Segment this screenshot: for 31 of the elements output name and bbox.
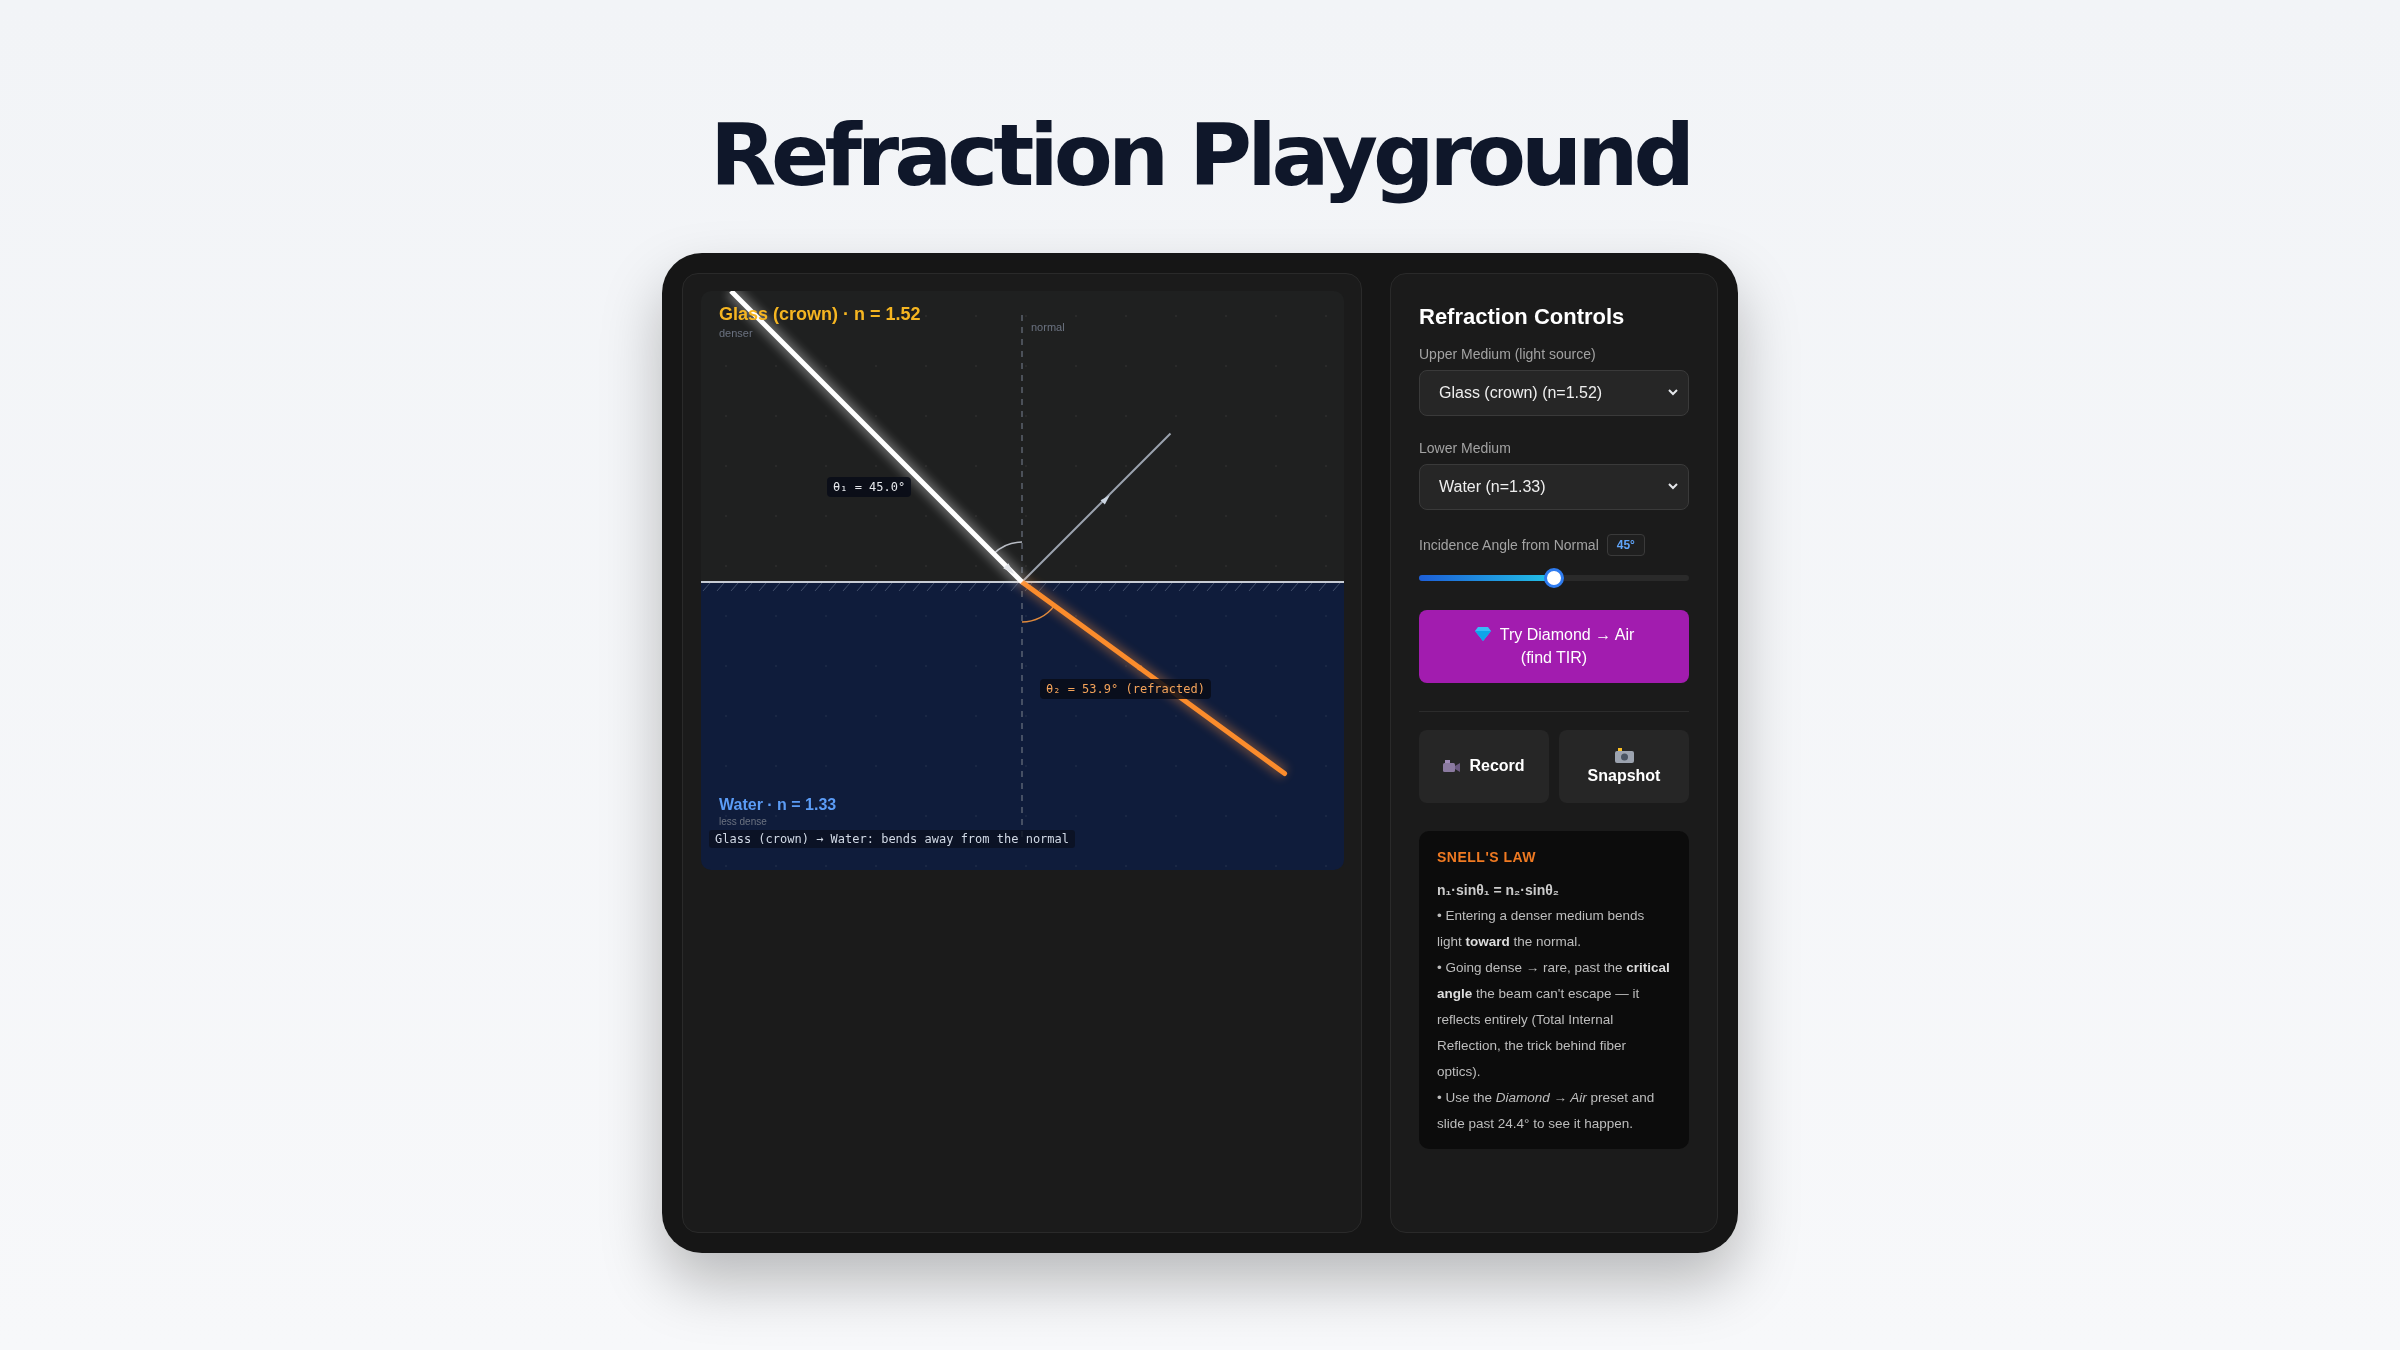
slider-handle[interactable]: [1544, 567, 1564, 588]
preset-button[interactable]: Try Diamond → Air (find TIR): [1419, 609, 1689, 683]
normal-label: normal: [1031, 320, 1065, 333]
angle-slider[interactable]: [1419, 567, 1689, 588]
medium-label: Water · n = 1.33: [719, 795, 837, 814]
snapshot-button[interactable]: Snapshot: [1559, 729, 1689, 803]
density-note: less dense: [719, 815, 767, 827]
field-label: Incidence Angle from Normal: [1419, 536, 1599, 553]
chevron-icon: [1668, 389, 1678, 397]
info-text: • Entering a denser medium bends light toward the normal.: [1437, 906, 1646, 951]
info-text: • Use the Diamond → Air preset and slide past 24.4° to see it happen.: [1437, 1088, 1656, 1133]
angle-arc: [992, 541, 1023, 555]
record-button[interactable]: Record: [1419, 729, 1549, 803]
angle-label: θ₂ = 53.9° (refracted): [1040, 678, 1211, 699]
page-title: Refraction Playground: [709, 106, 1691, 205]
density-note: denser: [719, 326, 753, 339]
select-field[interactable]: Water (n=1.33): [1419, 463, 1689, 510]
field-label: Upper Medium (light source): [1419, 345, 1597, 362]
panel-title: Refraction Controls: [1419, 303, 1626, 330]
select-field[interactable]: Glass (crown) (n=1.52): [1419, 369, 1689, 416]
info-text: • Going dense → rare, past the critical angle the beam can't escape — it reflects entirely (Total Internal Reflection, the trick behind fiber optics).: [1437, 958, 1671, 1081]
gem-icon: [1473, 626, 1492, 643]
video-camera-icon: [1443, 759, 1462, 773]
formula: n₁·sinθ₁ = n₂·sinθ₂: [1437, 880, 1560, 900]
angle-label: θ₁ = 45.0°: [827, 476, 912, 497]
camera-icon: [1614, 747, 1634, 763]
field-label: Lower Medium: [1419, 439, 1512, 456]
angle-arc: [1021, 604, 1056, 623]
chevron-icon: [1668, 483, 1678, 491]
info-heading: SNELL'S LAW: [1437, 848, 1538, 865]
angle-reading: 45°: [1606, 533, 1645, 556]
